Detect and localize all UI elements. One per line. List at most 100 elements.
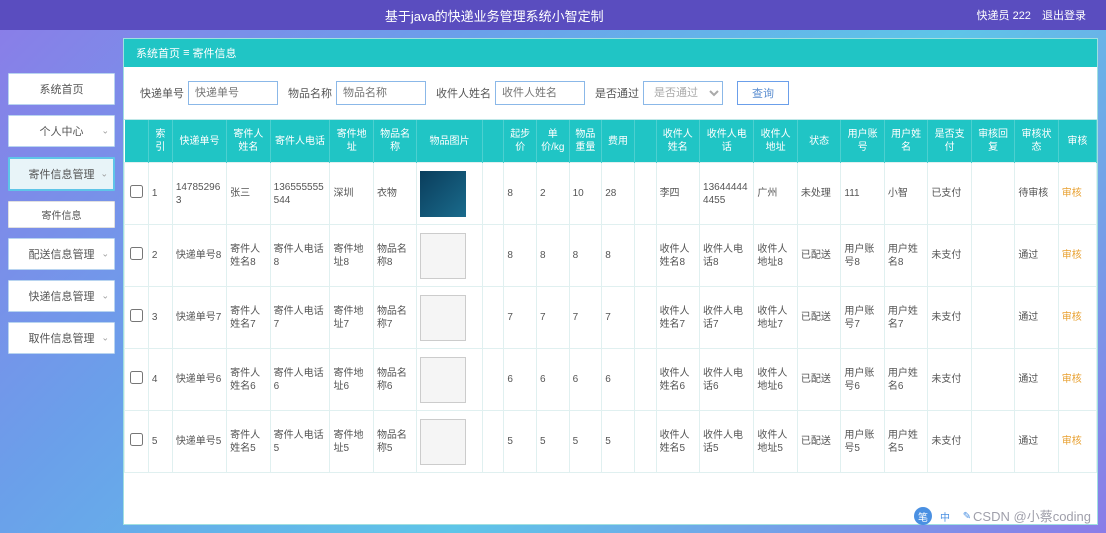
- col-header: 起步价: [504, 120, 537, 163]
- cell-sname: 寄件人姓名5: [227, 411, 270, 473]
- cell-fee: 5: [602, 411, 635, 473]
- float-icon[interactable]: 笔: [914, 507, 932, 525]
- cell-audit: 通过: [1015, 225, 1058, 287]
- top-bar: 基于java的快递业务管理系统小智定制 快递员 222 退出登录: [0, 0, 1106, 30]
- breadcrumb-current: 寄件信息: [193, 45, 237, 61]
- breadcrumb-home[interactable]: 系统首页: [136, 45, 180, 61]
- main-content: 系统首页 ≡ 寄件信息 快递单号 物品名称 收件人姓名 是否通过 是否通过 查询…: [123, 38, 1098, 525]
- table-row: 2快递单号8寄件人姓名8寄件人电话8寄件地址8物品名称88888收件人姓名8收件…: [125, 225, 1097, 287]
- col-header: 收件人电话: [700, 120, 754, 163]
- cell-rphone: 136444444455: [700, 163, 754, 225]
- float-icon[interactable]: ✎: [958, 507, 976, 525]
- cell-p1: 7: [504, 287, 537, 349]
- cell-audit: 通过: [1015, 287, 1058, 349]
- cell-p1: 6: [504, 349, 537, 411]
- cell-gap1: [482, 349, 504, 411]
- table-wrap[interactable]: 索引快递单号寄件人姓名寄件人电话寄件地址物品名称物品图片起步价单价/kg物品重量…: [124, 119, 1097, 524]
- cell-status: 已配送: [797, 287, 840, 349]
- goods-image[interactable]: [420, 295, 466, 341]
- cell-rname: 收件人姓名8: [656, 225, 699, 287]
- cell-fee: 7: [602, 287, 635, 349]
- sidebar-item-4[interactable]: 配送信息管理⌄: [8, 238, 115, 270]
- logout-link[interactable]: 退出登录: [1042, 10, 1086, 22]
- cell-sname: 寄件人姓名8: [227, 225, 270, 287]
- cell-ck: [125, 163, 149, 225]
- col-header: 寄件人姓名: [227, 120, 270, 163]
- cell-sname: 寄件人姓名7: [227, 287, 270, 349]
- cell-no: 快递单号8: [172, 225, 226, 287]
- cell-img: [417, 349, 482, 411]
- col-header: [634, 120, 656, 163]
- goods-image[interactable]: [420, 171, 466, 217]
- filter-input-goods[interactable]: [336, 81, 426, 105]
- cell-goods: 物品名称6: [373, 349, 416, 411]
- cell-p1: 5: [504, 411, 537, 473]
- cell-ck: [125, 225, 149, 287]
- float-icon[interactable]: 中: [936, 507, 954, 525]
- filter-label-orderno: 快递单号: [140, 85, 184, 101]
- cell-sname: 寄件人姓名6: [227, 349, 270, 411]
- cell-rphone: 收件人电话8: [700, 225, 754, 287]
- sidebar-item-6[interactable]: 取件信息管理⌄: [8, 322, 115, 354]
- cell-gap2: [634, 163, 656, 225]
- goods-image[interactable]: [420, 419, 466, 465]
- cell-raddr: 广州: [754, 163, 797, 225]
- audit-link[interactable]: 审核: [1062, 312, 1082, 323]
- cell-ck: [125, 411, 149, 473]
- cell-p2: 6: [537, 349, 570, 411]
- col-header: 寄件人电话: [270, 120, 330, 163]
- cell-goods: 物品名称5: [373, 411, 416, 473]
- cell-sphone: 寄件人电话6: [270, 349, 330, 411]
- cell-saddr: 寄件地址8: [330, 225, 373, 287]
- sidebar-item-1[interactable]: 个人中心⌄: [8, 115, 115, 147]
- cell-no: 快递单号5: [172, 411, 226, 473]
- chevron-down-icon: ⌄: [101, 333, 109, 344]
- search-button[interactable]: 查询: [737, 81, 789, 105]
- audit-link[interactable]: 审核: [1062, 374, 1082, 385]
- goods-image[interactable]: [420, 233, 466, 279]
- cell-gap2: [634, 225, 656, 287]
- audit-link[interactable]: 审核: [1062, 250, 1082, 261]
- audit-link[interactable]: 审核: [1062, 188, 1082, 199]
- row-checkbox[interactable]: [130, 185, 143, 198]
- cell-wt: 5: [569, 411, 602, 473]
- cell-img: [417, 287, 482, 349]
- cell-goods: 物品名称7: [373, 287, 416, 349]
- cell-idx: 1: [148, 163, 172, 225]
- audit-link[interactable]: 审核: [1062, 436, 1082, 447]
- cell-no: 147852963: [172, 163, 226, 225]
- cell-img: [417, 225, 482, 287]
- row-checkbox[interactable]: [130, 433, 143, 446]
- cell-rname: 收件人姓名5: [656, 411, 699, 473]
- cell-acc: 用户账号8: [841, 225, 884, 287]
- filter-input-orderno[interactable]: [188, 81, 278, 105]
- cell-sphone: 寄件人电话5: [270, 411, 330, 473]
- col-header: [125, 120, 149, 163]
- sidebar-item-5[interactable]: 快递信息管理⌄: [8, 280, 115, 312]
- cell-fee: 28: [602, 163, 635, 225]
- row-checkbox[interactable]: [130, 247, 143, 260]
- cell-gap1: [482, 287, 504, 349]
- sidebar-item-0[interactable]: 系统首页: [8, 73, 115, 105]
- goods-image[interactable]: [420, 357, 466, 403]
- cell-pay: 未支付: [928, 225, 971, 287]
- cell-sphone: 寄件人电话7: [270, 287, 330, 349]
- col-header: 用户姓名: [884, 120, 927, 163]
- cell-op: 审核: [1058, 411, 1096, 473]
- chevron-down-icon: ⌄: [100, 169, 108, 180]
- col-header: 状态: [797, 120, 840, 163]
- cell-goods: 物品名称8: [373, 225, 416, 287]
- sidebar-item-2[interactable]: 寄件信息管理⌄: [8, 157, 115, 191]
- cell-p2: 7: [537, 287, 570, 349]
- row-checkbox[interactable]: [130, 309, 143, 322]
- float-toolbar[interactable]: 笔 中 ✎: [914, 507, 976, 525]
- row-checkbox[interactable]: [130, 371, 143, 384]
- cell-gap2: [634, 287, 656, 349]
- sidebar-item-3[interactable]: 寄件信息: [8, 201, 115, 228]
- filter-select-approved[interactable]: 是否通过: [643, 81, 723, 105]
- cell-audit: 通过: [1015, 349, 1058, 411]
- filter-input-recipient[interactable]: [495, 81, 585, 105]
- cell-raddr: 收件人地址7: [754, 287, 797, 349]
- col-header: 是否支付: [928, 120, 971, 163]
- cell-uname: 用户姓名8: [884, 225, 927, 287]
